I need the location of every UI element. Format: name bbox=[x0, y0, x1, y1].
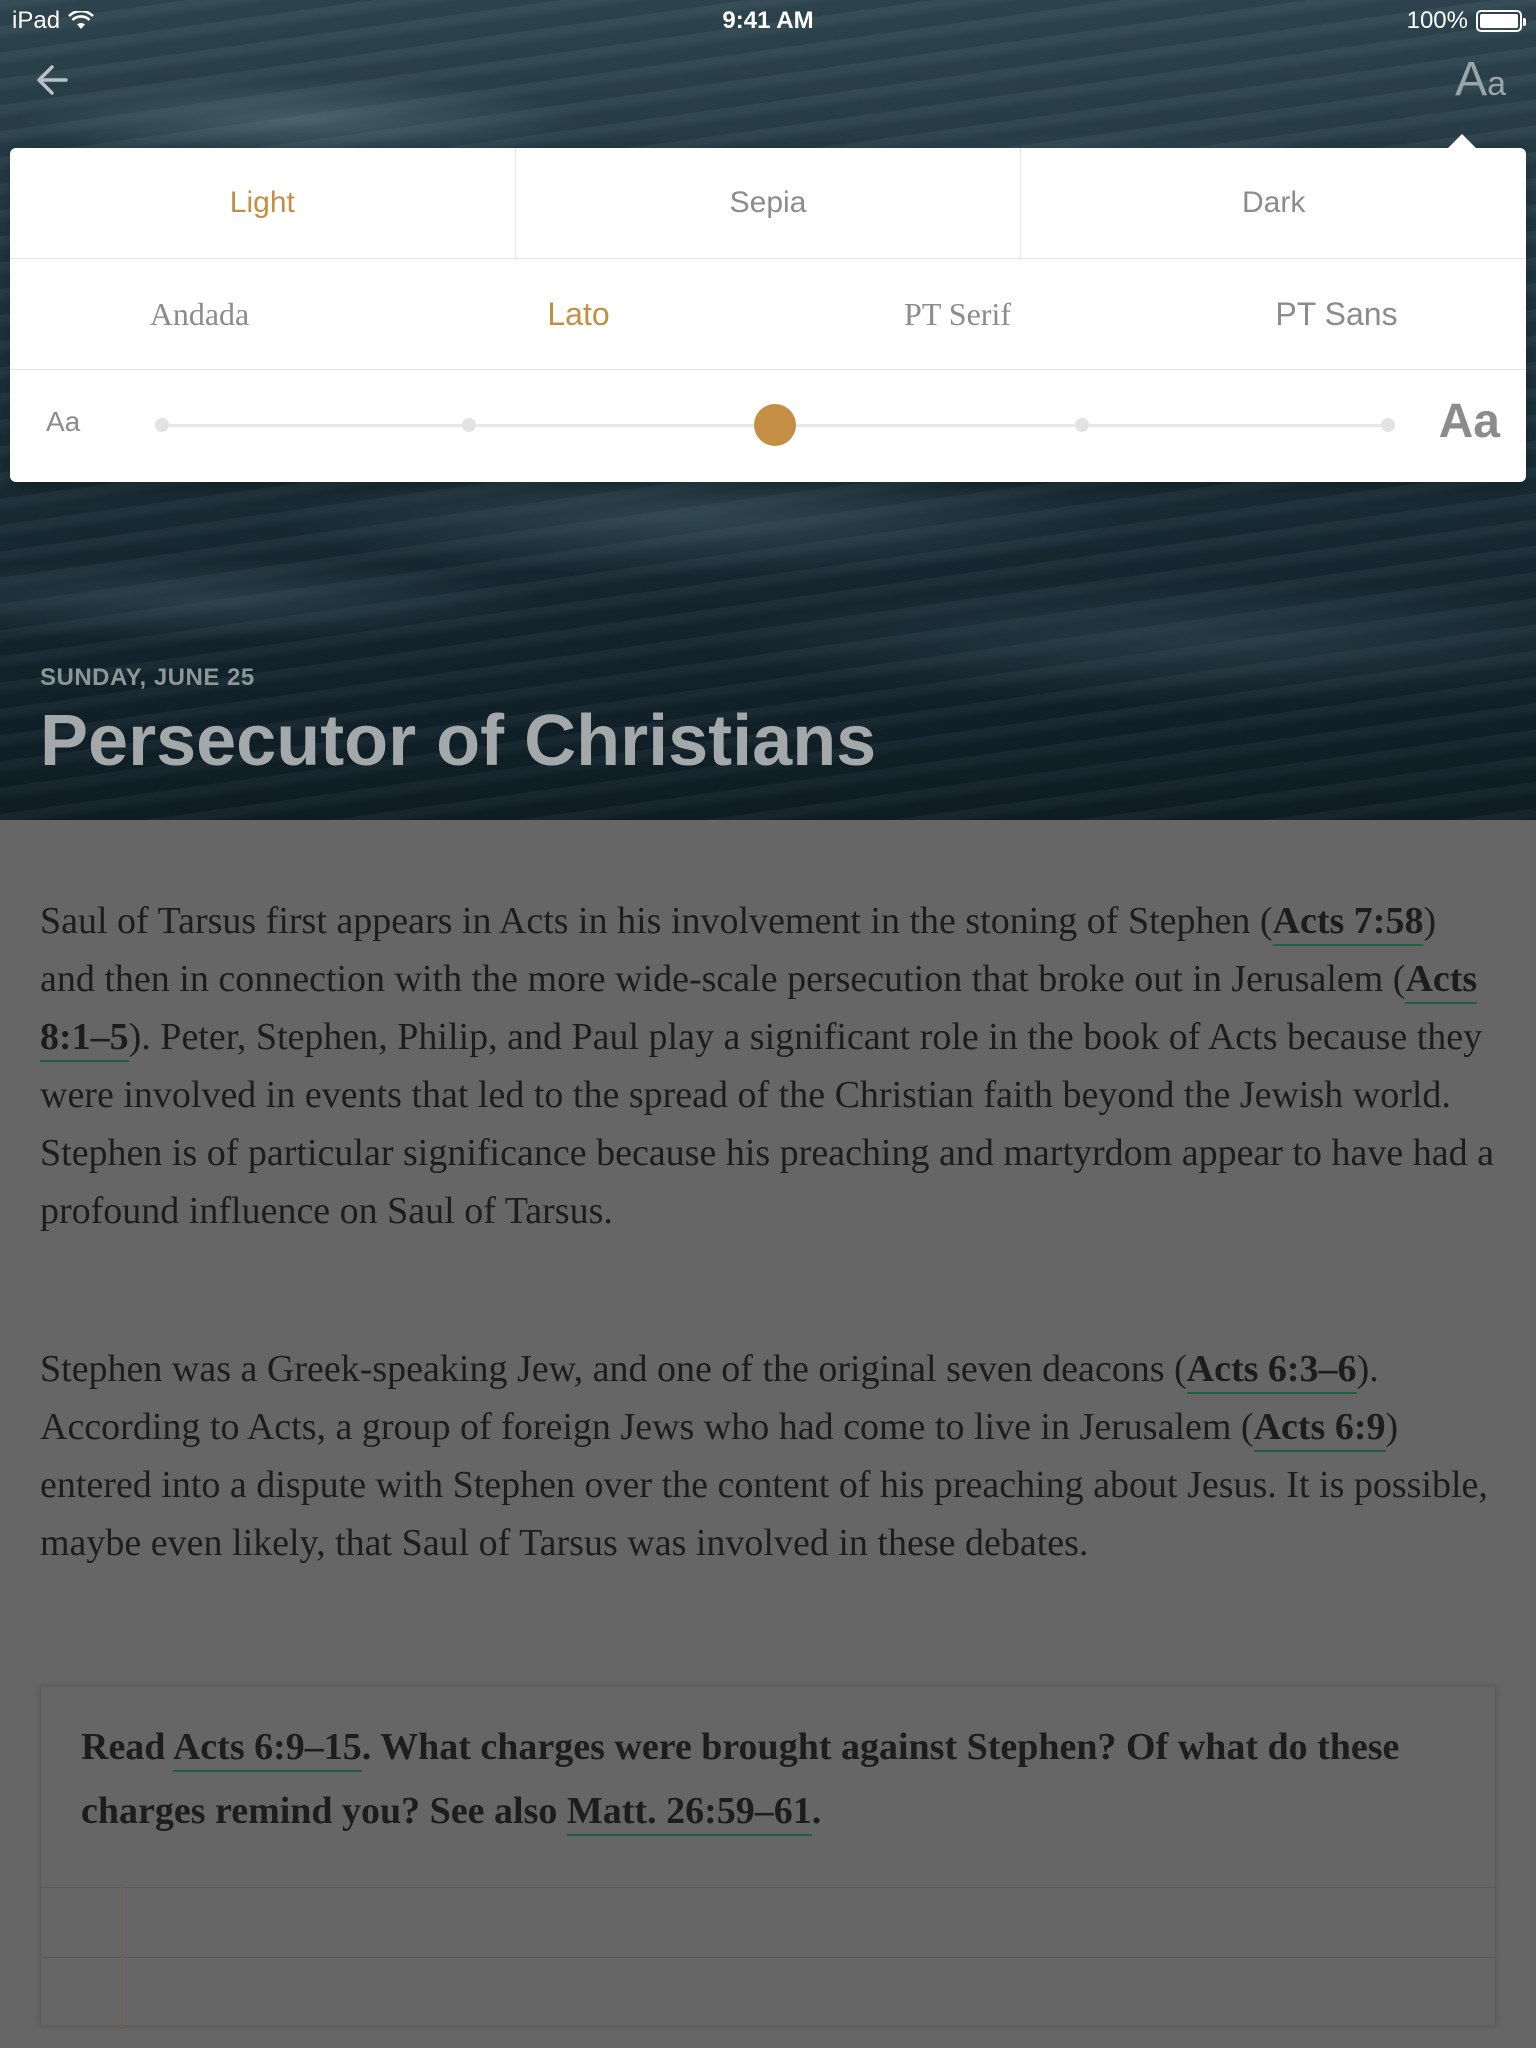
text-settings-icon-big: A bbox=[1455, 53, 1488, 106]
font-option-andada[interactable]: Andada bbox=[10, 259, 389, 369]
scripture-link[interactable]: Acts 6:9 bbox=[1253, 1406, 1386, 1452]
theme-option-dark[interactable]: Dark bbox=[1021, 148, 1526, 258]
font-size-large-label: Aa bbox=[1438, 395, 1500, 448]
font-label: Andada bbox=[149, 295, 250, 332]
paragraph-1: Saul of Tarsus first appears in Acts in … bbox=[40, 892, 1500, 1240]
font-label: PT Serif bbox=[904, 295, 1011, 332]
font-size-slider-tick[interactable] bbox=[1381, 418, 1395, 432]
font-selector: Andada Lato PT Serif PT Sans bbox=[10, 259, 1526, 370]
scripture-link[interactable]: Acts 6:9–15 bbox=[172, 1726, 362, 1772]
body-text: Read bbox=[81, 1726, 173, 1768]
question-box: Read Acts 6:9–15. What charges were brou… bbox=[40, 1686, 1497, 2027]
theme-selector: Light Sepia Dark bbox=[10, 148, 1526, 259]
font-size-slider-thumb[interactable] bbox=[754, 404, 796, 446]
font-option-pt-serif[interactable]: PT Serif bbox=[768, 259, 1147, 369]
status-time: 9:41 AM bbox=[722, 7, 814, 34]
paragraph-2: Stephen was a Greek-speaking Jew, and on… bbox=[40, 1340, 1500, 1572]
body-text: Saul of Tarsus first appears in Acts in … bbox=[40, 900, 1273, 942]
answer-input[interactable] bbox=[41, 1887, 1497, 2027]
lesson-title: Persecutor of Christians bbox=[40, 701, 877, 781]
text-settings-icon-small: a bbox=[1487, 65, 1506, 103]
text-settings-button[interactable]: Aa bbox=[1455, 52, 1506, 107]
status-right: 100% bbox=[1406, 7, 1526, 35]
scripture-link[interactable]: Acts 6:3–6 bbox=[1186, 1348, 1357, 1394]
body-text: Stephen was a Greek-speaking Jew, and on… bbox=[40, 1348, 1187, 1390]
question-text: Read Acts 6:9–15. What charges were brou… bbox=[81, 1715, 1471, 1843]
lesson-date: SUNDAY, JUNE 25 bbox=[40, 664, 255, 691]
font-size-slider-tick[interactable] bbox=[461, 418, 476, 432]
font-size-row: Aa Aa bbox=[10, 370, 1526, 482]
font-option-pt-sans[interactable]: PT Sans bbox=[1147, 259, 1526, 369]
theme-option-sepia[interactable]: Sepia bbox=[516, 148, 1022, 258]
battery-icon bbox=[1476, 10, 1526, 32]
theme-label: Sepia bbox=[729, 186, 807, 219]
scripture-link[interactable]: Acts 7:58 bbox=[1272, 900, 1424, 946]
scripture-link[interactable]: Matt. 26:59–61 bbox=[566, 1790, 812, 1836]
theme-label: Dark bbox=[1242, 186, 1306, 219]
body-text: . bbox=[811, 1790, 822, 1832]
back-arrow-icon[interactable] bbox=[30, 55, 80, 105]
battery-percent: 100% bbox=[1406, 7, 1468, 34]
text-settings-popover: Light Sepia Dark Andada Lato PT Serif PT… bbox=[10, 134, 1526, 482]
popover-arrow bbox=[1448, 134, 1476, 148]
font-label: Lato bbox=[547, 295, 610, 332]
theme-label: Light bbox=[229, 186, 295, 219]
status-bar: iPad 9:41 AM 100% bbox=[0, 0, 1536, 40]
font-size-slider-tick[interactable] bbox=[1074, 418, 1089, 432]
font-option-lato[interactable]: Lato bbox=[389, 259, 768, 369]
font-size-small-label: Aa bbox=[46, 406, 81, 437]
font-size-slider-tick[interactable] bbox=[155, 418, 169, 432]
font-label: PT Sans bbox=[1275, 295, 1398, 332]
theme-option-light[interactable]: Light bbox=[10, 148, 516, 258]
body-text: ). Peter, Stephen, Philip, and Paul play… bbox=[40, 1016, 1494, 1232]
